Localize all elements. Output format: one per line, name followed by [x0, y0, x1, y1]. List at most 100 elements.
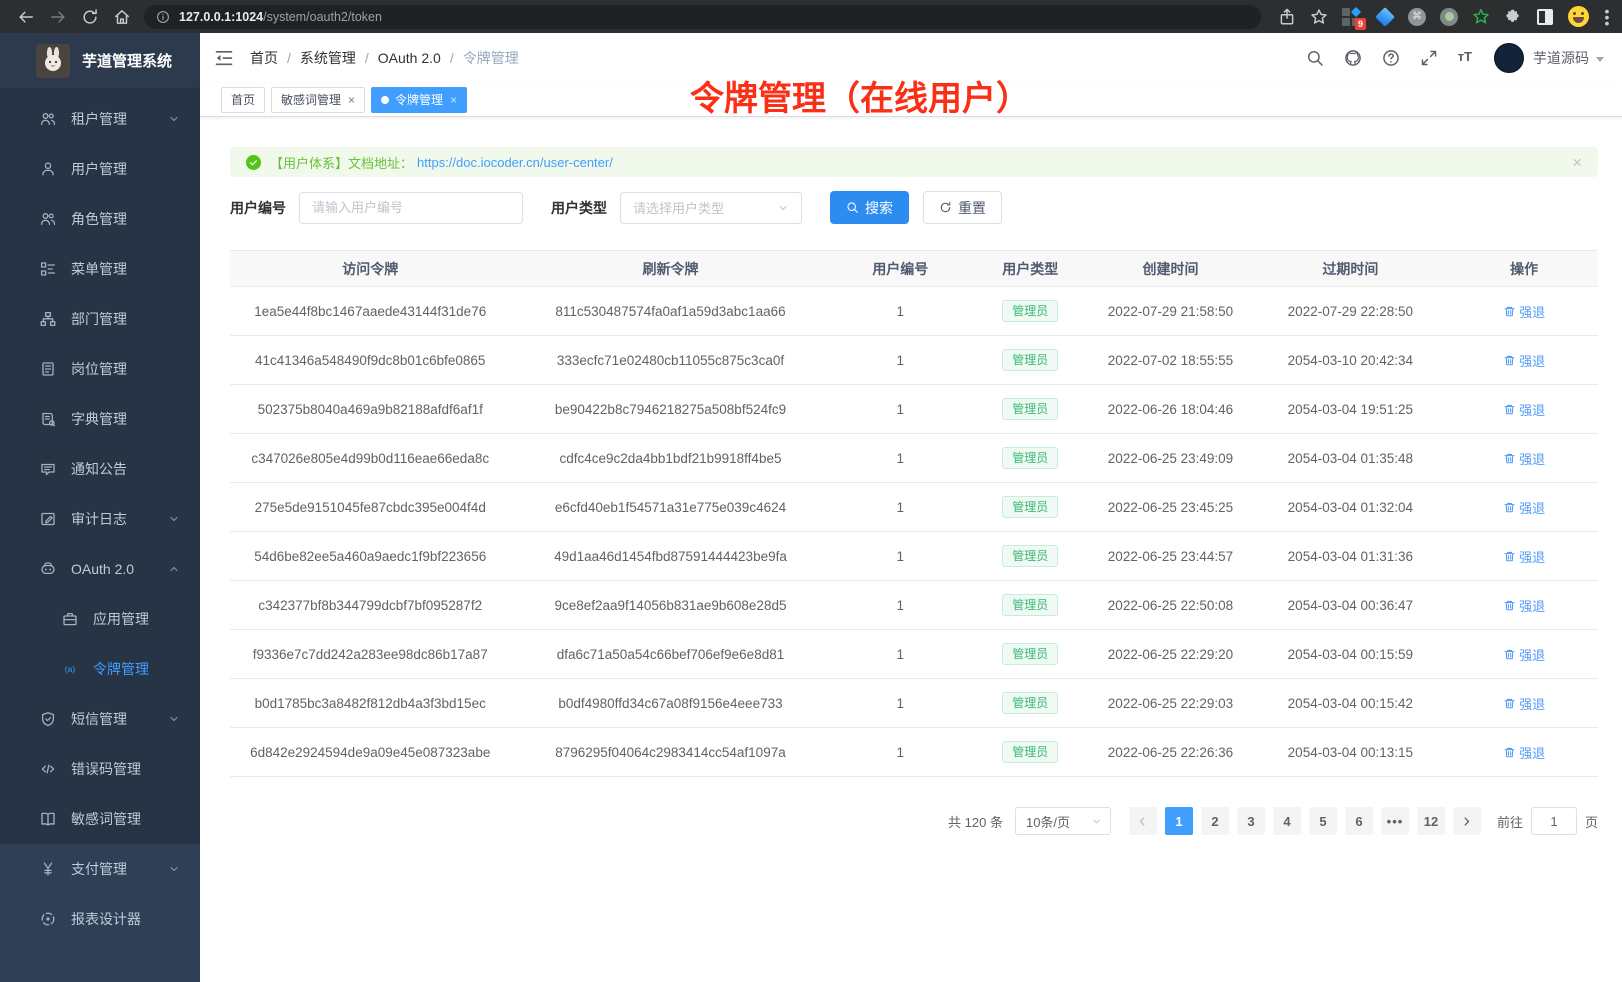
home-icon[interactable] — [113, 8, 131, 26]
page-button-6[interactable]: 6 — [1345, 807, 1373, 835]
breadcrumb-item[interactable]: 系统管理 — [300, 48, 356, 68]
force-logout-button[interactable]: 强退 — [1503, 694, 1545, 713]
url-bar[interactable]: 127.0.0.1:1024/system/oauth2/token — [144, 5, 1261, 29]
extension-badge-icon[interactable]: 9 — [1342, 7, 1362, 27]
page-button-5[interactable]: 5 — [1309, 807, 1337, 835]
page-ellipsis[interactable]: ••• — [1381, 807, 1409, 835]
trash-icon — [1503, 305, 1519, 318]
fullscreen-icon[interactable] — [1420, 49, 1438, 67]
sidebar-item-org[interactable]: 部门管理 — [0, 294, 200, 344]
force-logout-button[interactable]: 强退 — [1503, 351, 1545, 370]
sidebar-item-users[interactable]: 角色管理 — [0, 194, 200, 244]
goto-page-input[interactable] — [1531, 807, 1577, 835]
forward-icon[interactable] — [49, 8, 67, 26]
sidebar-item-message[interactable]: 通知公告 — [0, 444, 200, 494]
tab-敏感词管理[interactable]: 敏感词管理× — [271, 87, 365, 113]
share-icon[interactable] — [1278, 8, 1296, 26]
search-button[interactable]: 搜索 — [830, 191, 909, 224]
gray-circle-extension-icon[interactable]: ⌘ — [1408, 8, 1426, 26]
kite-extension-icon[interactable] — [1375, 7, 1395, 27]
search-icon[interactable] — [1306, 49, 1324, 67]
page-size-select[interactable]: 10条/页 — [1015, 807, 1111, 835]
extensions-puzzle-icon[interactable] — [1504, 8, 1522, 26]
doc-link[interactable]: https://doc.iocoder.cn/user-center/ — [417, 155, 613, 170]
page-button-1[interactable]: 1 — [1165, 807, 1193, 835]
force-logout-button[interactable]: 强退 — [1503, 498, 1545, 517]
app-logo[interactable]: 芋道管理系统 — [0, 33, 200, 88]
page-button-4[interactable]: 4 — [1273, 807, 1301, 835]
created-time-cell: 2022-06-26 18:04:46 — [1090, 402, 1250, 417]
browser-menu-icon[interactable]: ••• — [1602, 8, 1612, 26]
next-page-button[interactable] — [1453, 807, 1481, 835]
user-id-input[interactable] — [299, 192, 523, 224]
site-info-icon[interactable] — [156, 10, 170, 24]
table-row: f9336e7c7dd242a283ee98dc86b17a87dfa6c71a… — [230, 630, 1598, 679]
prev-page-button[interactable] — [1129, 807, 1157, 835]
alert-close-icon[interactable]: × — [1572, 154, 1582, 171]
tab-groups-icon[interactable] — [1537, 9, 1553, 25]
force-logout-button[interactable]: 强退 — [1503, 400, 1545, 419]
tab-令牌管理[interactable]: 令牌管理× — [371, 87, 467, 113]
page-button-12[interactable]: 12 — [1417, 807, 1445, 835]
force-logout-button[interactable]: 强退 — [1503, 547, 1545, 566]
page-button-2[interactable]: 2 — [1201, 807, 1229, 835]
trash-icon — [1503, 697, 1519, 710]
yen-icon — [40, 861, 58, 877]
breadcrumb-item[interactable]: OAuth 2.0 — [378, 50, 441, 66]
tab-close-icon[interactable]: × — [450, 93, 457, 107]
user-avatar[interactable] — [1494, 43, 1524, 73]
font-size-icon[interactable]: тT — [1458, 49, 1472, 67]
chevron-down-icon — [168, 513, 180, 525]
sidebar-item-users[interactable]: 租户管理 — [0, 94, 200, 144]
breadcrumb-item[interactable]: 首页 — [250, 48, 278, 68]
sidebar-item-log[interactable]: 审计日志 — [0, 494, 200, 544]
user-type-select[interactable]: 请选择用户类型 — [620, 192, 802, 224]
sidebar-item-menu-tree[interactable]: 菜单管理 — [0, 244, 200, 294]
reset-button[interactable]: 重置 — [923, 191, 1002, 224]
back-icon[interactable] — [17, 8, 35, 26]
sidebar-item-robot[interactable]: OAuth 2.0 — [0, 544, 200, 594]
refresh-token-cell: 49d1aa46d1454fbd87591444423be9fa — [510, 549, 830, 564]
column-header: 操作 — [1450, 259, 1598, 279]
force-logout-button[interactable]: 强退 — [1503, 645, 1545, 664]
tab-首页[interactable]: 首页 — [221, 87, 265, 113]
sidebar-item-user[interactable]: 用户管理 — [0, 144, 200, 194]
force-logout-button[interactable]: 强退 — [1503, 596, 1545, 615]
green-dot-extension-icon[interactable] — [1440, 8, 1458, 26]
sidebar-item-design[interactable]: 报表设计器 — [0, 894, 200, 944]
sidebar-item-app[interactable]: 应用管理 — [0, 594, 200, 644]
bookmark-star-icon[interactable] — [1310, 8, 1328, 26]
table-row: 1ea5e44f8bc1467aaede43144f31de76811c5304… — [230, 287, 1598, 336]
collapse-sidebar-icon[interactable] — [214, 48, 234, 68]
sidebar-item-label: 租户管理 — [71, 109, 127, 129]
page-content: 【用户体系】文档地址： https://doc.iocoder.cn/user-… — [200, 117, 1622, 982]
table-row: c342377bf8b344799dcbf7bf095287f29ce8ef2a… — [230, 581, 1598, 630]
breadcrumb-separator: / — [450, 50, 454, 66]
force-logout-button[interactable]: 强退 — [1503, 743, 1545, 762]
green-star-extension-icon[interactable] — [1472, 8, 1490, 26]
sidebar-item-book-open[interactable]: 敏感词管理 — [0, 794, 200, 844]
help-icon[interactable] — [1382, 49, 1400, 67]
sidebar-item-label: 报表设计器 — [71, 909, 141, 929]
created-time-cell: 2022-06-25 23:45:25 — [1090, 500, 1250, 515]
user-menu-caret-icon[interactable] — [1596, 57, 1604, 62]
sidebar-item-shield[interactable]: 短信管理 — [0, 694, 200, 744]
sidebar-item-badge[interactable]: 岗位管理 — [0, 344, 200, 394]
user-id-label: 用户编号 — [230, 198, 286, 218]
created-time-cell: 2022-06-25 22:50:08 — [1090, 598, 1250, 613]
github-icon[interactable] — [1344, 49, 1362, 67]
access-token-cell: 1ea5e44f8bc1467aaede43144f31de76 — [230, 304, 510, 319]
reload-icon[interactable] — [81, 8, 99, 26]
force-logout-button[interactable]: 强退 — [1503, 449, 1545, 468]
sidebar-item-token[interactable]: (a)令牌管理 — [0, 644, 200, 694]
sidebar-item-dict[interactable]: 字典管理 — [0, 394, 200, 444]
page-button-3[interactable]: 3 — [1237, 807, 1265, 835]
sidebar-item-code[interactable]: 错误码管理 — [0, 744, 200, 794]
sidebar-item-yen[interactable]: 支付管理 — [0, 844, 200, 894]
users-icon — [40, 211, 58, 227]
tab-close-icon[interactable]: × — [348, 93, 355, 107]
trash-icon — [1503, 648, 1519, 661]
profile-avatar-icon[interactable] — [1568, 6, 1589, 27]
log-icon — [40, 511, 58, 527]
force-logout-button[interactable]: 强退 — [1503, 302, 1545, 321]
